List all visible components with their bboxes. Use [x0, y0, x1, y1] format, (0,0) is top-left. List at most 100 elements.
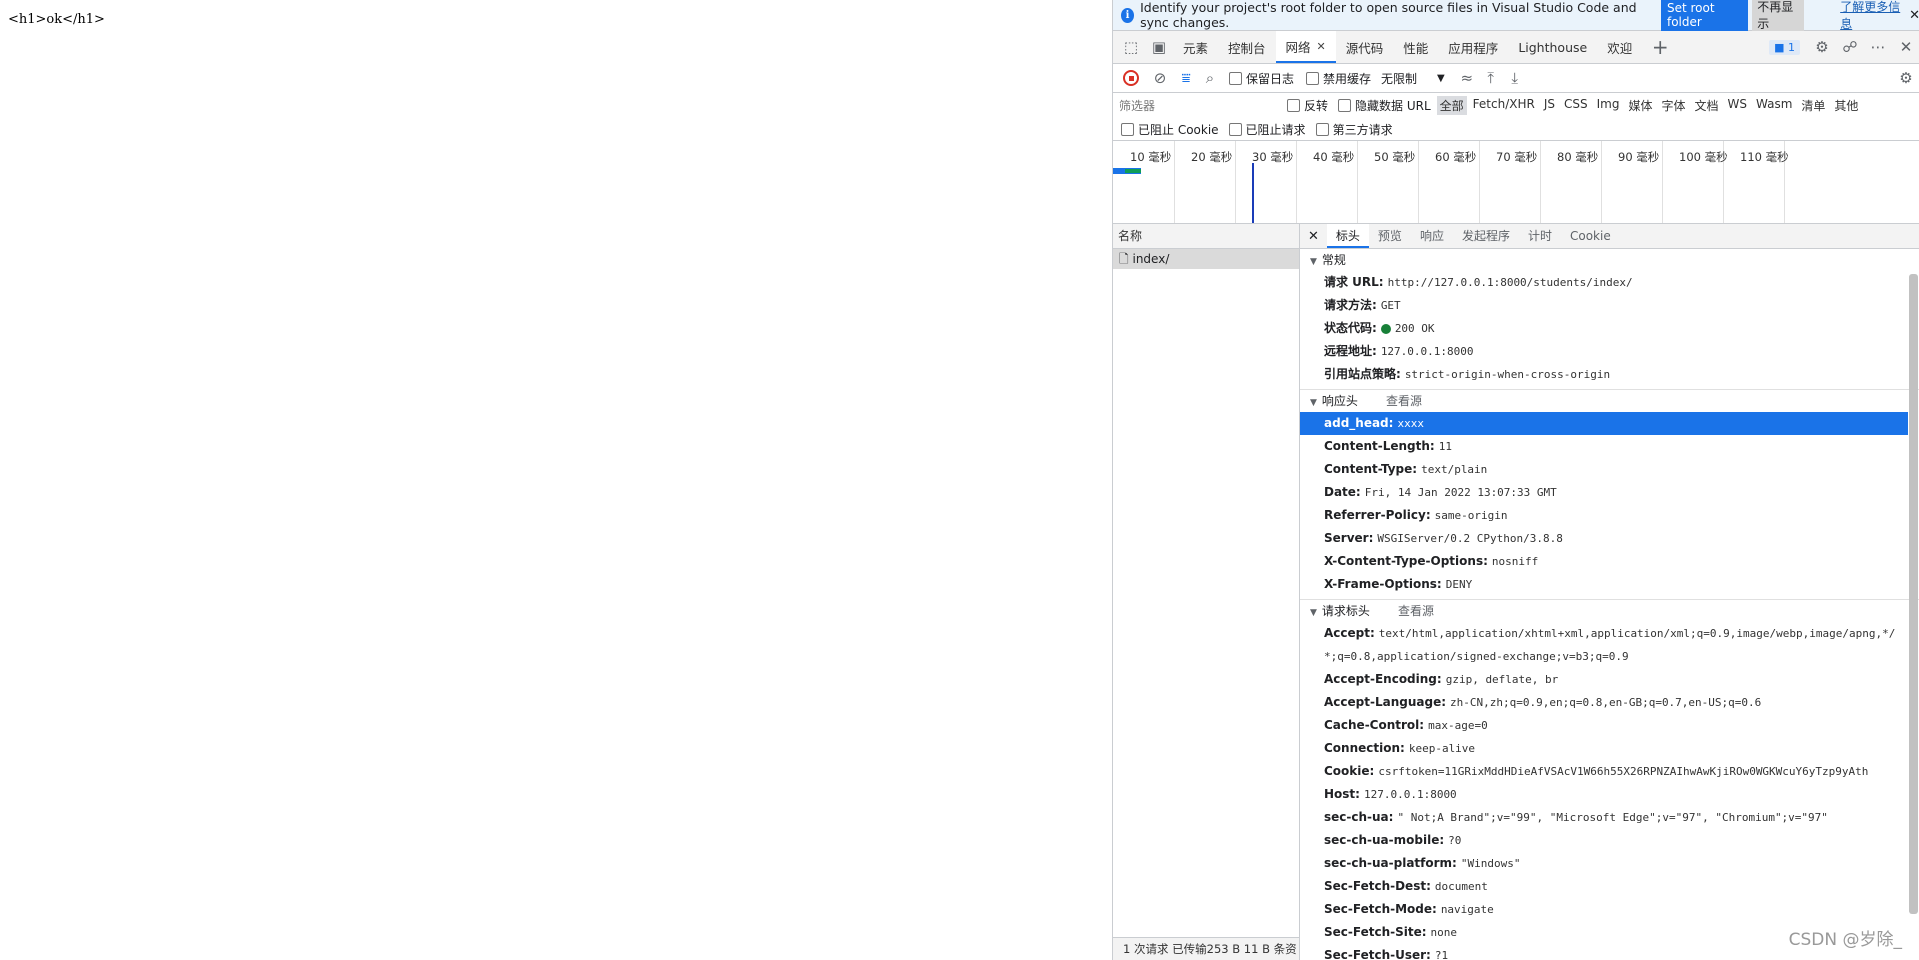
inspect-element-icon[interactable]: ⬚ — [1117, 33, 1145, 61]
hide-data-urls-checkbox[interactable] — [1338, 98, 1352, 112]
header-row[interactable]: Sec-Fetch-Dest: document — [1300, 875, 1919, 898]
tab-4[interactable]: 性能 — [1393, 31, 1438, 63]
detail-tab-4[interactable]: 计时 — [1519, 224, 1561, 248]
tab-0[interactable]: 元素 — [1173, 31, 1218, 63]
throttle-select[interactable]: 无限制 — [1381, 70, 1417, 87]
record-stop-icon[interactable] — [1123, 70, 1139, 86]
general-section-header[interactable]: ▼ 常规 — [1300, 249, 1919, 271]
header-row[interactable]: Content-Length: 11 — [1300, 435, 1919, 458]
timeline-tick-label: 10 毫秒 — [1130, 150, 1172, 164]
search-icon[interactable]: ⌕ — [1199, 64, 1221, 92]
third-party-checkbox[interactable] — [1315, 122, 1329, 136]
tab-5[interactable]: 应用程序 — [1438, 31, 1508, 63]
view-source-link[interactable]: 查看源 — [1386, 394, 1422, 408]
header-row[interactable]: X-Content-Type-Options: nosniff — [1300, 550, 1919, 573]
clear-icon[interactable]: ⊘ — [1149, 64, 1171, 92]
filter-type-8[interactable]: WS — [1725, 96, 1750, 115]
timeline-tick-label: 30 毫秒 — [1252, 150, 1294, 164]
close-tab-icon[interactable]: ✕ — [1317, 40, 1326, 53]
header-row[interactable]: Accept: text/html,application/xhtml+xml,a… — [1300, 622, 1919, 668]
tab-3[interactable]: 源代码 — [1336, 31, 1394, 63]
filter-type-5[interactable]: 媒体 — [1625, 96, 1655, 115]
header-row[interactable]: Date: Fri, 14 Jan 2022 13:07:33 GMT — [1300, 481, 1919, 504]
header-row[interactable]: X-Frame-Options: DENY — [1300, 573, 1919, 596]
filter-icon[interactable]: ⩸ — [1175, 64, 1197, 92]
detail-tab-2[interactable]: 响应 — [1411, 224, 1453, 248]
filter-type-9[interactable]: Wasm — [1753, 96, 1795, 115]
response-headers-header[interactable]: ▼ 响应头 查看源 — [1300, 390, 1919, 412]
issues-count: 1 — [1788, 40, 1795, 54]
header-value: ?1 — [1434, 949, 1449, 960]
more-options-icon[interactable]: ⋯ — [1864, 33, 1892, 61]
dont-show-again-button[interactable]: 不再显示 — [1752, 0, 1805, 35]
name-column-header[interactable]: 名称 — [1113, 224, 1299, 249]
feedback-icon[interactable]: ☍ — [1836, 33, 1864, 61]
tab-2[interactable]: 网络 ✕ — [1275, 31, 1336, 63]
disable-cache-checkbox[interactable] — [1306, 71, 1320, 85]
detail-tab-0[interactable]: 标头 — [1326, 224, 1369, 248]
header-row[interactable]: Accept-Language: zh-CN,zh;q=0.9,en;q=0.8,… — [1300, 691, 1919, 714]
issues-badge[interactable]: ■ 1 — [1769, 39, 1800, 55]
upload-icon[interactable]: ⤒ — [1479, 64, 1503, 92]
details-scrollbar[interactable] — [1909, 274, 1918, 914]
header-row[interactable]: Cookie: csrftoken=11GRixMddHDieAfVSAcV1W6… — [1300, 760, 1919, 783]
header-row[interactable]: sec-ch-ua-platform: "Windows" — [1300, 852, 1919, 875]
header-row[interactable]: 请求方法: GET — [1300, 294, 1919, 317]
header-row[interactable]: Host: 127.0.0.1:8000 — [1300, 783, 1919, 806]
detail-tab-5[interactable]: Cookie — [1561, 224, 1620, 248]
set-root-folder-button[interactable]: Set root folder — [1660, 0, 1749, 32]
filter-type-3[interactable]: CSS — [1561, 96, 1591, 115]
header-row[interactable]: 引用站点策略: strict-origin-when-cross-origin — [1300, 363, 1919, 386]
timeline-overview[interactable]: 10 毫秒 20 毫秒 30 毫秒 40 毫秒 50 毫秒 60 毫秒 70 毫秒 80 毫秒… — [1113, 141, 1919, 224]
header-row[interactable]: Accept-Encoding: gzip, deflate, br — [1300, 668, 1919, 691]
close-details-icon[interactable]: ✕ — [1300, 229, 1327, 244]
header-name: Connection: — [1324, 741, 1405, 755]
header-row[interactable]: Server: WSGIServer/0.2 CPython/3.8.8 — [1300, 527, 1919, 550]
invert-checkbox[interactable] — [1287, 98, 1300, 112]
header-row[interactable]: Connection: keep-alive — [1300, 737, 1919, 760]
header-row[interactable]: 状态代码: 200 OK — [1300, 317, 1919, 340]
header-row[interactable]: sec-ch-ua-mobile: ?0 — [1300, 829, 1919, 852]
learn-more-link[interactable]: 了解更多信息 — [1840, 0, 1903, 32]
header-value: GET — [1380, 299, 1401, 312]
filter-type-7[interactable]: 文档 — [1692, 96, 1722, 115]
header-name: Server: — [1324, 531, 1374, 545]
filter-input[interactable]: 筛选器 — [1119, 97, 1279, 114]
settings-gear-icon[interactable]: ⚙ — [1808, 33, 1836, 61]
request-row[interactable]: 🗋 index/ — [1113, 249, 1299, 269]
header-row[interactable]: add_head: xxxx — [1300, 412, 1908, 435]
close-icon[interactable]: ✕ — [1909, 8, 1919, 23]
filter-type-4[interactable]: Img — [1594, 96, 1623, 115]
view-source-link[interactable]: 查看源 — [1398, 604, 1434, 618]
network-settings-icon[interactable]: ⚙ — [1892, 64, 1919, 92]
download-icon[interactable]: ⤓ — [1503, 64, 1527, 92]
header-row[interactable]: Content-Type: text/plain — [1300, 458, 1919, 481]
header-row[interactable]: Cache-Control: max-age=0 — [1300, 714, 1919, 737]
tab-7[interactable]: 欢迎 — [1597, 31, 1642, 63]
filter-type-6[interactable]: 字体 — [1658, 96, 1688, 115]
detail-tab-3[interactable]: 发起程序 — [1453, 224, 1519, 248]
close-devtools-icon[interactable]: ✕ — [1892, 33, 1919, 61]
header-row[interactable]: Referrer-Policy: same-origin — [1300, 504, 1919, 527]
header-row[interactable]: 请求 URL: http://127.0.0.1:8000/students/in… — [1300, 271, 1919, 294]
filter-type-11[interactable]: 其他 — [1831, 96, 1861, 115]
header-name: Content-Length: — [1324, 439, 1435, 453]
header-row[interactable]: sec-ch-ua: " Not;A Brand";v="99", "Micros… — [1300, 806, 1919, 829]
blocked-requests-checkbox[interactable] — [1228, 122, 1242, 136]
network-conditions-icon[interactable]: ≈ — [1455, 64, 1479, 92]
device-toolbar-icon[interactable]: ▣ — [1145, 33, 1173, 61]
header-row[interactable]: 远程地址: 127.0.0.1:8000 — [1300, 340, 1919, 363]
request-headers-header[interactable]: ▼ 请求标头 查看源 — [1300, 600, 1919, 622]
tab-1[interactable]: 控制台 — [1218, 31, 1276, 63]
tab-6[interactable]: Lighthouse — [1508, 31, 1597, 63]
filter-type-1[interactable]: Fetch/XHR — [1470, 96, 1538, 115]
add-tab-icon[interactable]: + — [1646, 33, 1674, 61]
filter-type-2[interactable]: JS — [1541, 96, 1558, 115]
filter-type-10[interactable]: 清单 — [1798, 96, 1828, 115]
preserve-log-checkbox[interactable] — [1229, 71, 1242, 85]
header-row[interactable]: Sec-Fetch-Mode: navigate — [1300, 898, 1919, 921]
chevron-down-icon[interactable]: ▼ — [1437, 73, 1445, 84]
detail-tab-1[interactable]: 预览 — [1369, 224, 1411, 248]
blocked-cookies-checkbox[interactable] — [1121, 122, 1134, 136]
filter-type-0[interactable]: 全部 — [1436, 95, 1467, 115]
